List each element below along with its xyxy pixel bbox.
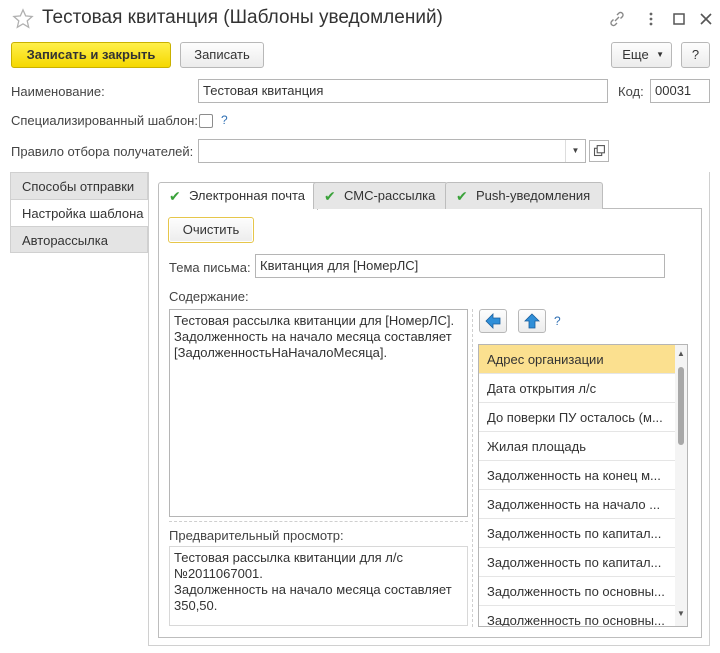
list-item[interactable]: Жилая площадь bbox=[479, 432, 676, 461]
sidebar-item-label: Настройка шаблона bbox=[22, 206, 144, 221]
maximize-icon[interactable] bbox=[669, 9, 689, 29]
horizontal-splitter[interactable] bbox=[169, 521, 468, 522]
arrow-up-icon bbox=[524, 313, 540, 329]
star-icon[interactable] bbox=[12, 8, 34, 30]
content-textarea[interactable]: Тестовая рассылка квитанции для [НомерЛС… bbox=[169, 309, 468, 517]
sidebar-item-delivery-methods[interactable]: Способы отправки bbox=[10, 172, 148, 199]
filter-label: Правило отбора получателей: bbox=[11, 144, 194, 159]
window-title: Тестовая квитанция (Шаблоны уведомлений) bbox=[42, 7, 443, 28]
insert-up-button[interactable] bbox=[518, 309, 546, 333]
filter-field[interactable] bbox=[198, 139, 586, 163]
scroll-up-icon[interactable]: ▲ bbox=[676, 349, 686, 358]
save-and-close-button[interactable]: Записать и закрыть bbox=[11, 42, 171, 68]
code-field[interactable]: 00031 bbox=[650, 79, 710, 103]
list-item[interactable]: Задолженность на начало ... bbox=[479, 490, 676, 519]
link-icon[interactable] bbox=[607, 9, 627, 29]
preview-box: Тестовая рассылка квитанции для л/с №201… bbox=[169, 546, 468, 626]
special-template-label: Специализированный шаблон: bbox=[11, 113, 198, 128]
list-item[interactable]: Задолженность по основны... bbox=[479, 577, 676, 606]
help-link[interactable]: ? bbox=[221, 113, 228, 127]
splitter[interactable] bbox=[472, 309, 473, 627]
tab-sms[interactable]: ✔ СМС-рассылка bbox=[313, 182, 449, 209]
list-item[interactable]: Адрес организации bbox=[479, 345, 676, 374]
clear-button[interactable]: Очистить bbox=[168, 217, 254, 243]
preview-label: Предварительный просмотр: bbox=[169, 528, 344, 543]
dropdown-arrow-icon[interactable]: ▼ bbox=[565, 140, 585, 162]
special-template-checkbox[interactable] bbox=[199, 114, 213, 128]
list-item[interactable]: Задолженность по капитал... bbox=[479, 519, 676, 548]
list-item[interactable]: До поверки ПУ осталось (м... bbox=[479, 403, 676, 432]
check-icon: ✔ bbox=[169, 188, 181, 204]
open-icon[interactable] bbox=[589, 140, 609, 162]
tab-email[interactable]: ✔ Электронная почта bbox=[158, 182, 319, 210]
more-button[interactable]: Еще ▼ bbox=[611, 42, 672, 68]
help-link[interactable]: ? bbox=[554, 314, 561, 328]
sidebar-item-autosend[interactable]: Авторассылка bbox=[10, 226, 148, 253]
name-label: Наименование: bbox=[11, 84, 105, 99]
sidebar-item-label: Авторассылка bbox=[22, 233, 108, 248]
content-label: Содержание: bbox=[169, 289, 249, 304]
list-item[interactable]: Задолженность на конец м... bbox=[479, 461, 676, 490]
scroll-down-icon[interactable]: ▼ bbox=[676, 609, 686, 618]
tab-label: СМС-рассылка bbox=[344, 188, 436, 203]
insert-left-button[interactable] bbox=[479, 309, 507, 333]
close-icon[interactable] bbox=[696, 9, 716, 29]
more-label: Еще bbox=[622, 47, 649, 62]
save-button[interactable]: Записать bbox=[180, 42, 264, 68]
check-icon: ✔ bbox=[324, 188, 336, 204]
fields-list[interactable]: Адрес организации Дата открытия л/с До п… bbox=[478, 344, 688, 627]
scroll-thumb[interactable] bbox=[678, 367, 684, 445]
help-button[interactable]: ? bbox=[681, 42, 710, 68]
subject-field[interactable]: Квитанция для [НомерЛС] bbox=[255, 254, 665, 278]
arrow-left-icon bbox=[485, 313, 501, 329]
tab-label: Push-уведомления bbox=[476, 188, 591, 203]
subject-label: Тема письма: bbox=[169, 260, 251, 275]
code-label: Код: bbox=[618, 84, 644, 99]
list-item[interactable]: Задолженность по капитал... bbox=[479, 548, 676, 577]
scrollbar[interactable]: ▲ ▼ bbox=[675, 345, 687, 626]
tab-label: Электронная почта bbox=[189, 188, 306, 203]
chevron-down-icon: ▼ bbox=[656, 50, 664, 59]
more-icon[interactable] bbox=[641, 9, 661, 29]
list-item[interactable]: Дата открытия л/с bbox=[479, 374, 676, 403]
check-icon: ✔ bbox=[456, 188, 468, 204]
tab-push[interactable]: ✔ Push-уведомления bbox=[445, 182, 604, 209]
sidebar-item-label: Способы отправки bbox=[22, 179, 135, 194]
list-item[interactable]: Задолженность по основны... bbox=[479, 606, 676, 626]
sidebar-item-template-settings[interactable]: Настройка шаблона bbox=[10, 199, 148, 226]
name-field[interactable]: Тестовая квитанция bbox=[198, 79, 608, 103]
